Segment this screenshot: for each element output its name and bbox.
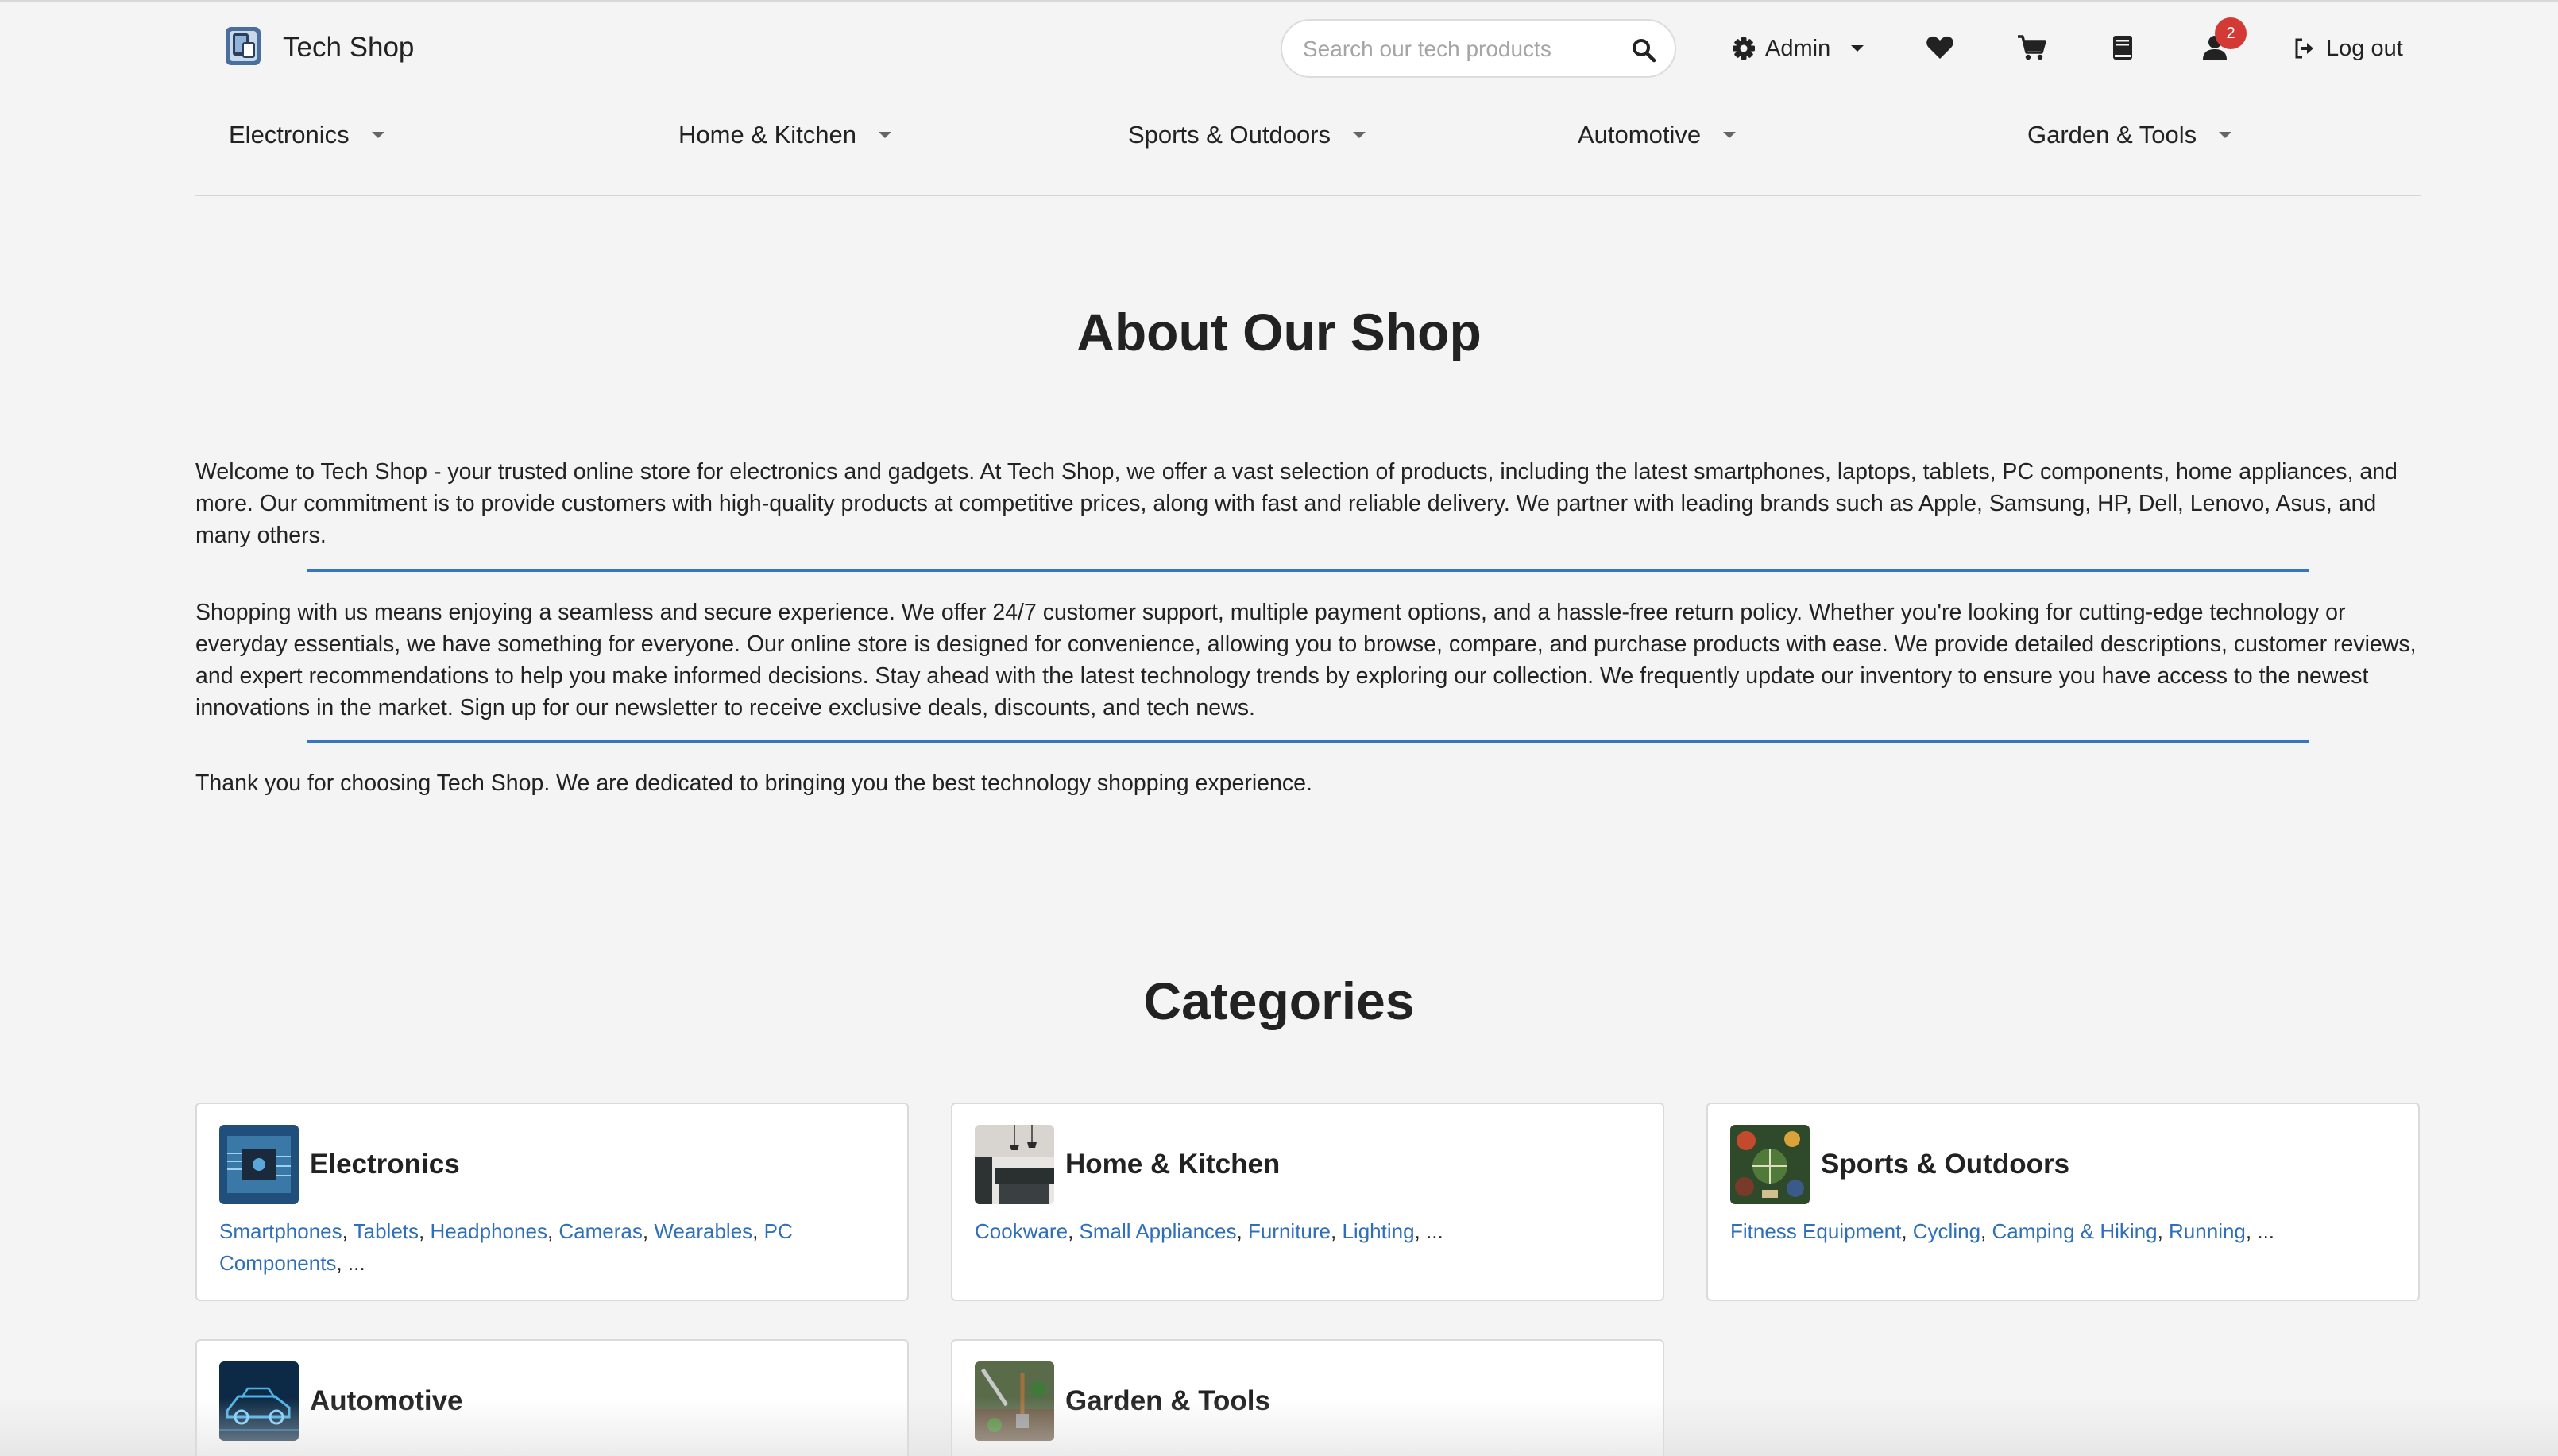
heart-icon[interactable] [1924, 32, 1956, 64]
nav-automotive[interactable]: Automotive [1578, 111, 1737, 159]
about-title: About Our Shop [1076, 303, 1482, 361]
about-paragraph-2: Shopping with us means enjoying a seamle… [195, 600, 2417, 720]
subcategory-link[interactable]: Lighting [1342, 1219, 1414, 1243]
admin-menu[interactable]: Admin [1732, 29, 1864, 68]
category-name: Home & Kitchen [1065, 1149, 1281, 1180]
subcategory-link[interactable]: Small Appliances [1080, 1219, 1237, 1243]
more-indicator: ... [347, 1251, 365, 1275]
sports-outdoors-thumbnail [1730, 1125, 1810, 1204]
subcategory-link[interactable]: Furniture [1248, 1219, 1331, 1243]
notification-badge: 2 [2215, 17, 2247, 49]
subcategory-link[interactable]: Wearables [654, 1219, 752, 1243]
category-name: Sports & Outdoors [1821, 1149, 2070, 1180]
subcategory-link[interactable]: Cookware [975, 1219, 1068, 1243]
gear-icon [1733, 37, 1755, 60]
chevron-down-icon [1353, 132, 1366, 138]
more-indicator: ... [1426, 1219, 1443, 1243]
shop-logo-icon[interactable] [224, 25, 264, 68]
subcategory-link[interactable]: Headphones [430, 1219, 547, 1243]
category-card-electronics[interactable]: Electronics Smartphones, Tablets, Headph… [195, 1103, 909, 1301]
cart-icon[interactable] [2016, 32, 2048, 64]
subcategory-list: Cookware, Small Appliances, Furniture, L… [975, 1219, 1443, 1243]
subcategory-list: Smartphones, Tablets, Headphones, Camera… [219, 1219, 793, 1275]
category-card-sports-outdoors[interactable]: Sports & Outdoors Fitness Equipment, Cyc… [1706, 1103, 2420, 1301]
category-card-home-kitchen[interactable]: Home & Kitchen Cookware, Small Appliance… [951, 1103, 1664, 1301]
nav-garden-tools[interactable]: Garden & Tools [2027, 111, 2232, 159]
chevron-down-icon [1851, 45, 1864, 52]
subcategory-link[interactable]: Tablets [354, 1219, 419, 1243]
subcategory-list: Fitness Equipment, Cycling, Camping & Hi… [1730, 1219, 2275, 1243]
chevron-down-icon [1723, 132, 1737, 138]
subcategory-link[interactable]: Smartphones [219, 1219, 342, 1243]
nav-sports-outdoors[interactable]: Sports & Outdoors [1128, 111, 1366, 159]
more-indicator: ... [2257, 1219, 2275, 1243]
sign-out-icon [2295, 38, 2313, 59]
subcategory-link[interactable]: Cameras [558, 1219, 642, 1243]
admin-label: Admin [1765, 35, 1831, 61]
nav-label: Automotive [1578, 121, 1702, 149]
category-nav: Electronics Home & Kitchen Sports & Outd… [0, 111, 2558, 159]
book-icon[interactable] [2107, 32, 2139, 64]
viewport-bottom-fade [0, 1398, 2558, 1456]
categories-title: Categories [1143, 971, 1415, 1030]
subcategory-link[interactable]: Cycling [1913, 1219, 1980, 1243]
category-name: Electronics [310, 1149, 460, 1180]
about-paragraph-3: Thank you for choosing Tech Shop. We are… [195, 770, 1312, 796]
nav-label: Home & Kitchen [678, 121, 856, 149]
logout-label: Log out [2326, 35, 2403, 61]
nav-electronics[interactable]: Electronics [229, 111, 384, 159]
subcategory-link[interactable]: Running [2169, 1219, 2246, 1243]
site-header: Tech Shop Admin [0, 0, 2558, 95]
chevron-down-icon [371, 132, 384, 138]
subcategory-link[interactable]: Camping & Hiking [1992, 1219, 2157, 1243]
nav-label: Garden & Tools [2027, 121, 2197, 149]
search-box [1281, 19, 1676, 78]
home-kitchen-thumbnail [975, 1125, 1054, 1204]
nav-label: Sports & Outdoors [1128, 121, 1331, 149]
logout-button[interactable]: Log out [2293, 30, 2403, 67]
search-icon[interactable] [1630, 37, 1657, 64]
about-paragraph-1: Welcome to Tech Shop - your trusted onli… [195, 459, 2398, 548]
chevron-down-icon [2219, 132, 2232, 138]
subcategory-link[interactable]: Fitness Equipment [1730, 1219, 1901, 1243]
search-input[interactable] [1303, 33, 1613, 66]
chevron-down-icon [879, 132, 891, 138]
nav-home-kitchen[interactable]: Home & Kitchen [678, 111, 891, 159]
section-divider [307, 569, 2309, 572]
brand-name[interactable]: Tech Shop [283, 29, 414, 66]
nav-divider [195, 195, 2421, 196]
nav-label: Electronics [229, 121, 350, 149]
section-divider [307, 740, 2309, 743]
electronics-thumbnail [219, 1125, 299, 1204]
